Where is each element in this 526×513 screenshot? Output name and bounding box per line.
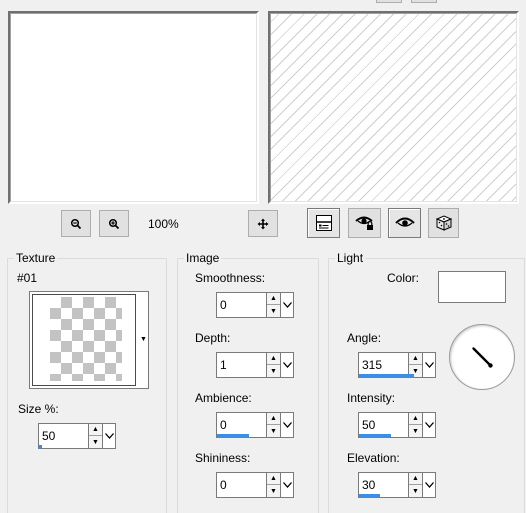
chevron-down-icon[interactable] [423,352,436,378]
texture-legend: Texture [14,251,58,265]
auto-proof-button[interactable] [388,208,421,238]
depth-value[interactable]: 1 [220,358,227,372]
color-label: Color: [387,271,420,285]
spin-up-icon[interactable]: ▲ [409,413,422,425]
spin-down-icon[interactable]: ▼ [267,365,280,377]
intensity-stepper[interactable]: 50 ▲ ▼ [358,412,436,438]
dice-icon [435,215,452,231]
angle-dial[interactable] [449,324,515,390]
shininess-stepper[interactable]: 0 ▲ ▼ [216,472,294,498]
elevation-slider-fill[interactable] [359,494,380,498]
ambience-slider-fill[interactable] [217,434,249,438]
size-label: Size %: [18,402,59,416]
angle-label: Angle: [347,331,382,345]
spin-up-icon[interactable]: ▲ [267,293,280,305]
light-color-swatch[interactable] [438,271,506,303]
angle-value[interactable]: 315 [362,358,382,372]
chevron-down-icon[interactable] [281,352,294,378]
intensity-slider-fill[interactable] [359,434,391,438]
layout-icon [315,215,332,231]
intensity-value[interactable]: 50 [362,418,375,432]
layout-button[interactable] [307,208,340,238]
zoom-in-button[interactable] [99,210,129,237]
angle-slider-fill[interactable] [359,374,414,378]
size-stepper[interactable]: 50 ▲ ▼ [38,423,116,449]
smoothness-stepper[interactable]: 0 ▲ ▼ [216,292,294,318]
texture-name: #01 [17,271,38,285]
size-slider-fill[interactable] [39,445,42,449]
spin-up-icon[interactable]: ▲ [89,424,102,436]
chevron-down-icon[interactable] [281,292,294,318]
light-legend: Light [335,251,366,265]
chevron-down-icon[interactable] [423,412,436,438]
texture-selector[interactable]: ▼ [29,291,149,389]
angle-needle [472,347,493,368]
result-texture-pattern [271,14,516,201]
chevron-down-icon[interactable] [281,412,294,438]
elevation-stepper[interactable]: 30 ▲ ▼ [358,472,436,498]
chevron-down-icon[interactable] [423,472,436,498]
chevron-down-icon[interactable] [281,472,294,498]
top-button-1[interactable] [376,0,402,3]
elevation-value[interactable]: 30 [362,478,375,492]
original-preview[interactable] [8,11,259,204]
move-icon [257,218,269,229]
spin-down-icon[interactable]: ▼ [409,485,422,497]
proof-button[interactable] [348,208,381,238]
angle-stepper[interactable]: 315 ▲ ▼ [358,352,436,378]
smoothness-value[interactable]: 0 [220,298,227,312]
ambience-label: Ambience: [195,391,252,405]
elevation-label: Elevation: [347,451,400,465]
pan-button[interactable] [248,210,278,237]
shininess-label: Shininess: [195,451,251,465]
eye-lock-icon [354,216,373,230]
image-legend: Image [184,251,222,265]
spin-down-icon[interactable]: ▼ [267,485,280,497]
texture-swatch [50,297,122,381]
spin-up-icon[interactable]: ▲ [267,473,280,485]
randomize-button[interactable] [428,208,459,238]
spin-down-icon[interactable]: ▼ [409,425,422,437]
intensity-label: Intensity: [347,391,396,405]
spin-up-icon[interactable]: ▲ [267,413,280,425]
top-strip [0,0,526,4]
size-value[interactable]: 50 [42,429,55,443]
dropdown-arrow-icon: ▼ [140,336,147,343]
shininess-value[interactable]: 0 [220,478,227,492]
chevron-down-icon[interactable] [103,423,116,449]
result-preview[interactable] [268,11,519,204]
zoom-out-icon [70,218,82,229]
zoom-in-icon [108,218,120,229]
spin-up-icon[interactable]: ▲ [409,353,422,365]
depth-stepper[interactable]: 1 ▲ ▼ [216,352,294,378]
spin-down-icon[interactable]: ▼ [267,305,280,317]
zoom-level: 100% [148,217,179,231]
spin-up-icon[interactable]: ▲ [267,353,280,365]
smoothness-label: Smoothness: [195,271,266,285]
top-button-2[interactable] [411,0,437,3]
spin-up-icon[interactable]: ▲ [409,473,422,485]
zoom-out-button[interactable] [61,210,91,237]
spin-down-icon[interactable]: ▼ [89,436,102,448]
depth-label: Depth: [195,331,231,345]
ambience-stepper[interactable]: 0 ▲ ▼ [216,412,294,438]
ambience-value[interactable]: 0 [220,418,227,432]
eye-icon [394,217,415,227]
spin-down-icon[interactable]: ▼ [267,425,280,437]
